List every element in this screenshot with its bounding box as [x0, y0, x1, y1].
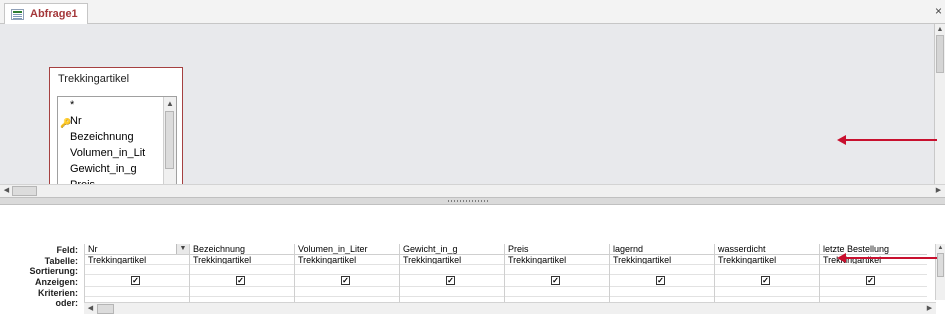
- sort-cell[interactable]: [610, 265, 714, 275]
- criteria-cell[interactable]: [400, 287, 504, 297]
- row-label-oder: oder:: [55, 298, 79, 308]
- show-checkbox[interactable]: ✓: [236, 276, 245, 285]
- tab-abfrage1[interactable]: Abfrage1: [4, 3, 88, 24]
- tab-label: Abfrage1: [30, 8, 78, 20]
- field-cell[interactable]: Bezeichnung: [190, 244, 294, 255]
- splitter-grip-icon[interactable]: [448, 200, 488, 202]
- table-pane-vertical-scrollbar[interactable]: ▲: [934, 24, 945, 184]
- scroll-thumb[interactable]: [97, 304, 114, 314]
- show-cell: ✓: [505, 275, 609, 287]
- table-cell[interactable]: Trekkingartikel: [400, 255, 504, 265]
- table-cell[interactable]: Trekkingartikel: [610, 255, 714, 265]
- annotation-arrow-icon: [837, 253, 937, 263]
- sort-cell[interactable]: [190, 265, 294, 275]
- chevron-down-icon[interactable]: ▼: [176, 244, 189, 254]
- grid-vertical-scrollbar[interactable]: ▲: [935, 244, 945, 300]
- field-item[interactable]: Volumen_in_Lit: [58, 145, 176, 161]
- field-list-trekkingartikel[interactable]: Trekkingartikel * 🔑 Nr Bezeichnung Volume…: [49, 67, 183, 198]
- field-cell[interactable]: Nr ▼: [85, 244, 189, 255]
- field-item[interactable]: Bezeichnung: [58, 129, 176, 145]
- sort-cell[interactable]: [820, 265, 927, 275]
- show-cell: ✓: [85, 275, 189, 287]
- grid-column: lagernd Trekkingartikel ✓: [609, 244, 714, 307]
- criteria-cell[interactable]: [295, 287, 399, 297]
- scroll-left-icon[interactable]: ◀: [86, 304, 95, 314]
- table-pane-horizontal-scrollbar[interactable]: ◀ ▶: [0, 184, 945, 197]
- criteria-cell[interactable]: [85, 287, 189, 297]
- field-cell[interactable]: Preis: [505, 244, 609, 255]
- show-checkbox[interactable]: ✓: [866, 276, 875, 285]
- pane-splitter[interactable]: [0, 197, 945, 205]
- show-cell: ✓: [715, 275, 819, 287]
- field-item[interactable]: Gewicht_in_g: [58, 161, 176, 177]
- sort-cell[interactable]: [400, 265, 504, 275]
- criteria-cell[interactable]: [715, 287, 819, 297]
- sort-cell[interactable]: [505, 265, 609, 275]
- grid-column: Volumen_in_Liter Trekkingartikel ✓: [294, 244, 399, 307]
- table-cell[interactable]: Trekkingartikel: [190, 255, 294, 265]
- show-checkbox[interactable]: ✓: [446, 276, 455, 285]
- close-icon[interactable]: ×: [935, 4, 942, 18]
- grid-column: wasserdicht Trekkingartikel ✓: [714, 244, 819, 307]
- field-list-title[interactable]: Trekkingartikel: [50, 68, 182, 90]
- field-list-scrollbar[interactable]: ▲ ▼: [163, 97, 176, 193]
- field-cell[interactable]: Gewicht_in_g: [400, 244, 504, 255]
- table-pane: Trekkingartikel * 🔑 Nr Bezeichnung Volume…: [0, 24, 945, 198]
- scroll-thumb[interactable]: [937, 253, 944, 277]
- field-item[interactable]: *: [58, 97, 176, 113]
- criteria-cell[interactable]: [190, 287, 294, 297]
- sort-cell[interactable]: [85, 265, 189, 275]
- sort-cell[interactable]: [715, 265, 819, 275]
- scroll-thumb[interactable]: [165, 111, 174, 169]
- grid-column: Bezeichnung Trekkingartikel ✓: [189, 244, 294, 307]
- grid-column: Nr ▼ Trekkingartikel ✓: [84, 244, 189, 307]
- show-checkbox[interactable]: ✓: [341, 276, 350, 285]
- row-label-kriterien: Kriterien:: [37, 288, 78, 298]
- scroll-up-icon[interactable]: ▲: [935, 24, 945, 34]
- row-label-sortierung: Sortierung:: [29, 266, 79, 276]
- table-cell[interactable]: Trekkingartikel: [295, 255, 399, 265]
- criteria-cell[interactable]: [505, 287, 609, 297]
- show-cell: ✓: [295, 275, 399, 287]
- field-cell[interactable]: Volumen_in_Liter: [295, 244, 399, 255]
- show-checkbox[interactable]: ✓: [551, 276, 560, 285]
- scroll-thumb[interactable]: [12, 186, 37, 196]
- show-cell: ✓: [610, 275, 714, 287]
- show-cell: ✓: [400, 275, 504, 287]
- sort-cell[interactable]: [295, 265, 399, 275]
- scroll-right-icon[interactable]: ▶: [925, 304, 934, 314]
- annotation-arrow-icon: [837, 135, 937, 145]
- grid-horizontal-scrollbar[interactable]: ◀ ▶: [84, 302, 936, 314]
- scroll-up-icon[interactable]: ▲: [936, 244, 945, 253]
- document-tab-strip: Abfrage1 ×: [0, 0, 945, 24]
- table-cell[interactable]: Trekkingartikel: [715, 255, 819, 265]
- scroll-thumb[interactable]: [936, 35, 944, 73]
- field-cell[interactable]: lagernd: [610, 244, 714, 255]
- show-checkbox[interactable]: ✓: [131, 276, 140, 285]
- grid-column: Gewicht_in_g Trekkingartikel ✓: [399, 244, 504, 307]
- row-label-anzeigen: Anzeigen:: [34, 277, 78, 287]
- show-cell: ✓: [820, 275, 927, 287]
- grid-column: letzte Bestellung Trekkingartikel ✓: [819, 244, 927, 307]
- row-labels: Feld: Tabelle: Sortierung: Anzeigen: Kri…: [0, 245, 82, 308]
- table-cell[interactable]: Trekkingartikel: [85, 255, 189, 265]
- scroll-left-icon[interactable]: ◀: [2, 186, 11, 196]
- field-list: * 🔑 Nr Bezeichnung Volumen_in_Lit Gewicht…: [57, 96, 177, 194]
- field-item-key[interactable]: 🔑 Nr: [58, 113, 176, 129]
- field-cell[interactable]: wasserdicht: [715, 244, 819, 255]
- scroll-up-icon[interactable]: ▲: [164, 97, 176, 110]
- scroll-right-icon[interactable]: ▶: [934, 186, 943, 196]
- show-checkbox[interactable]: ✓: [656, 276, 665, 285]
- criteria-cell[interactable]: [820, 287, 927, 297]
- show-cell: ✓: [190, 275, 294, 287]
- row-label-feld: Feld:: [56, 245, 79, 255]
- grid-column: Preis Trekkingartikel ✓: [504, 244, 609, 307]
- query-icon: [11, 8, 24, 20]
- criteria-cell[interactable]: [610, 287, 714, 297]
- show-checkbox[interactable]: ✓: [761, 276, 770, 285]
- table-cell[interactable]: Trekkingartikel: [505, 255, 609, 265]
- row-label-tabelle: Tabelle:: [44, 256, 78, 266]
